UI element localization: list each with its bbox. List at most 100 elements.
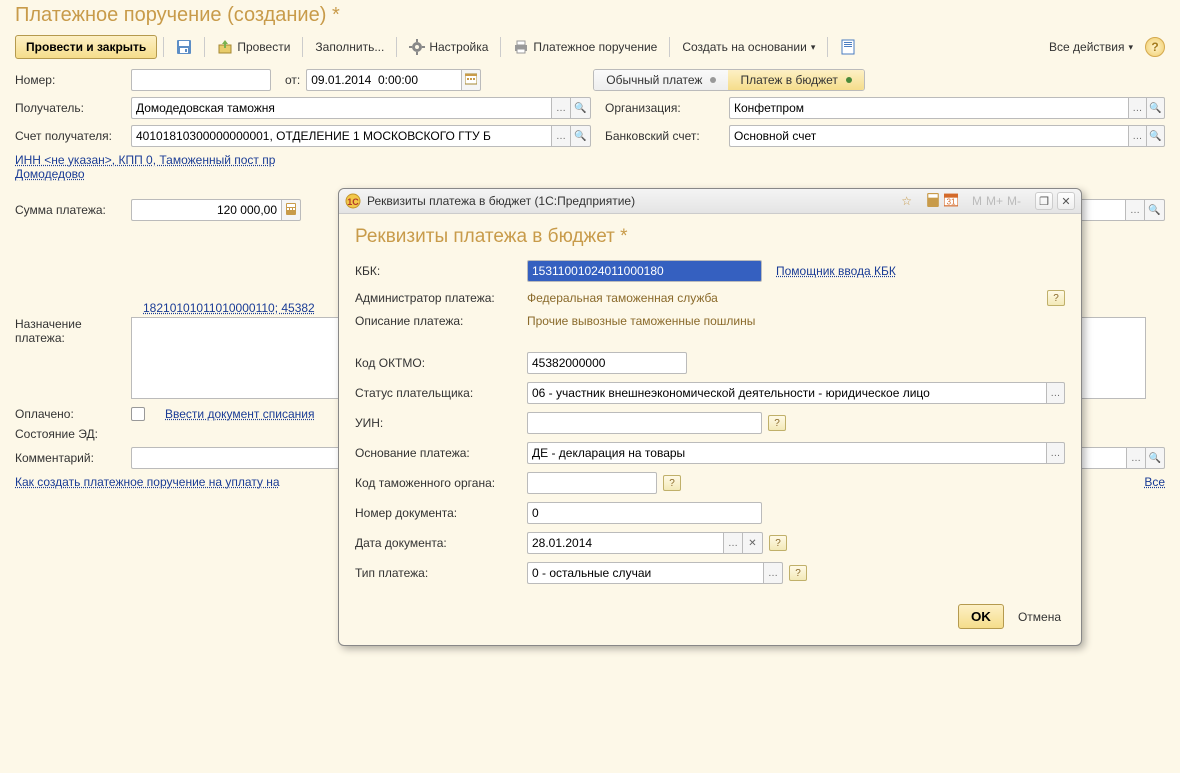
- all-link[interactable]: Все: [1144, 475, 1165, 489]
- calculator-button[interactable]: [281, 199, 301, 221]
- lookup-button[interactable]: …: [1046, 382, 1065, 404]
- org-input[interactable]: [729, 97, 1128, 119]
- fill-label: Заполнить...: [315, 40, 384, 54]
- search-button[interactable]: 🔍: [571, 125, 591, 147]
- create-based-label: Создать на основании: [682, 40, 807, 54]
- favorite-icon[interactable]: ☆: [901, 194, 912, 208]
- lookup-button[interactable]: …: [551, 97, 571, 119]
- settings-button[interactable]: Настройка: [403, 36, 494, 58]
- paytype-input[interactable]: [527, 562, 763, 584]
- recipient-acct-label: Счет получателя:: [15, 129, 125, 143]
- paid-label: Оплачено:: [15, 407, 125, 421]
- create-based-button[interactable]: Создать на основании ▾: [676, 37, 821, 57]
- app-icon: 1C: [345, 193, 361, 209]
- toggle-budget-label: Платеж в бюджет: [740, 73, 837, 87]
- fill-button[interactable]: Заполнить...: [309, 37, 390, 57]
- save-button[interactable]: [170, 36, 198, 58]
- svg-text:1C: 1C: [347, 197, 359, 207]
- help-button[interactable]: ?: [1145, 37, 1165, 57]
- admin-label: Администратор платежа:: [355, 291, 527, 305]
- memory-mplus: M+: [986, 194, 1003, 208]
- memory-mminus: M-: [1007, 194, 1021, 208]
- toggle-budget[interactable]: Платеж в бюджет: [728, 70, 863, 90]
- lookup-button[interactable]: …: [551, 125, 571, 147]
- post-icon: [217, 39, 233, 55]
- post-label: Провести: [237, 40, 290, 54]
- settings-label: Настройка: [429, 40, 488, 54]
- date-input[interactable]: [306, 69, 461, 91]
- search-icon: 🔍: [574, 103, 586, 114]
- help-button[interactable]: ?: [769, 535, 787, 551]
- search-button[interactable]: 🔍: [1145, 199, 1165, 221]
- search-button[interactable]: 🔍: [1146, 447, 1165, 469]
- post-button[interactable]: Провести: [211, 36, 296, 58]
- calendar-button[interactable]: [461, 69, 481, 91]
- help-button[interactable]: ?: [663, 475, 681, 491]
- docnum-input[interactable]: [527, 502, 762, 524]
- ok-button[interactable]: OK: [958, 604, 1004, 629]
- number-input[interactable]: [131, 69, 271, 91]
- report-button[interactable]: [834, 36, 862, 58]
- calendar-icon[interactable]: 31: [944, 193, 958, 210]
- window-restore-button[interactable]: ❐: [1035, 192, 1053, 210]
- admin-value: Федеральная таможенная служба: [527, 291, 718, 305]
- main-toolbar: Провести и закрыть Провести Заполнить...…: [0, 35, 1180, 69]
- docdate-input[interactable]: [527, 532, 723, 554]
- window-close-button[interactable]: ✕: [1057, 192, 1075, 210]
- bank-acct-input[interactable]: [729, 125, 1128, 147]
- purpose-label: Назначение платежа:: [15, 317, 125, 345]
- recipient-acct-input[interactable]: [131, 125, 551, 147]
- paid-checkbox[interactable]: [131, 407, 145, 421]
- print-button[interactable]: Платежное поручение: [507, 36, 663, 58]
- desc-value: Прочие вывозные таможенные пошлины: [527, 314, 755, 328]
- toggle-regular[interactable]: Обычный платеж: [594, 70, 728, 90]
- search-icon: 🔍: [1149, 103, 1161, 114]
- kbk-input[interactable]: [527, 260, 762, 282]
- budget-requisites-modal: 1C Реквизиты платежа в бюджет (1С:Предпр…: [338, 188, 1082, 646]
- chevron-down-icon: ▾: [811, 42, 816, 53]
- calculator-icon[interactable]: [926, 193, 940, 210]
- docdate-label: Дата документа:: [355, 536, 527, 550]
- calendar-icon: [465, 73, 477, 88]
- lookup-button[interactable]: …: [1126, 447, 1145, 469]
- post-and-close-button[interactable]: Провести и закрыть: [15, 35, 157, 59]
- clear-button[interactable]: ✕: [743, 532, 763, 554]
- kbk-label: КБК:: [355, 264, 527, 278]
- lookup-button[interactable]: …: [1046, 442, 1065, 464]
- help-button[interactable]: ?: [768, 415, 786, 431]
- cancel-button[interactable]: Отмена: [1014, 606, 1065, 628]
- lookup-button[interactable]: …: [1128, 97, 1146, 119]
- all-actions-button[interactable]: Все действия ▾: [1043, 37, 1139, 57]
- payment-type-toggle: Обычный платеж Платеж в бюджет: [593, 69, 865, 91]
- page-title: Платежное поручение (создание) *: [0, 0, 1180, 35]
- help-button[interactable]: ?: [1047, 290, 1065, 306]
- customs-input[interactable]: [527, 472, 657, 494]
- search-button[interactable]: 🔍: [1147, 97, 1165, 119]
- lookup-button[interactable]: …: [1128, 125, 1146, 147]
- report-icon: [840, 39, 856, 55]
- lookup-button[interactable]: …: [763, 562, 783, 584]
- lookup-button[interactable]: …: [723, 532, 743, 554]
- search-button[interactable]: 🔍: [1147, 125, 1165, 147]
- oktmo-input[interactable]: [527, 352, 687, 374]
- oktmo-label: Код ОКТМО:: [355, 356, 527, 370]
- kbk-helper-link[interactable]: Помощник ввода КБК: [776, 264, 896, 278]
- paytype-label: Тип платежа:: [355, 566, 527, 580]
- inn-link-2[interactable]: Домодедово: [15, 167, 85, 181]
- recipient-input[interactable]: [131, 97, 551, 119]
- save-icon: [176, 39, 192, 55]
- status-label: Статус плательщика:: [355, 386, 527, 400]
- basis-input[interactable]: [527, 442, 1046, 464]
- paid-link[interactable]: Ввести документ списания: [165, 407, 314, 421]
- help-button[interactable]: ?: [789, 565, 807, 581]
- docnum-label: Номер документа:: [355, 506, 527, 520]
- close-icon: ✕: [748, 538, 756, 549]
- kbk-okato-link[interactable]: 18210101011010000110; 45382: [143, 301, 315, 315]
- sum-input[interactable]: [131, 199, 281, 221]
- inn-link[interactable]: ИНН <не указан>, КПП 0, Таможенный пост …: [15, 153, 275, 167]
- lookup-button[interactable]: …: [1125, 199, 1145, 221]
- status-input[interactable]: [527, 382, 1046, 404]
- search-button[interactable]: 🔍: [571, 97, 591, 119]
- howto-link[interactable]: Как создать платежное поручение на уплат…: [15, 475, 280, 489]
- uin-input[interactable]: [527, 412, 762, 434]
